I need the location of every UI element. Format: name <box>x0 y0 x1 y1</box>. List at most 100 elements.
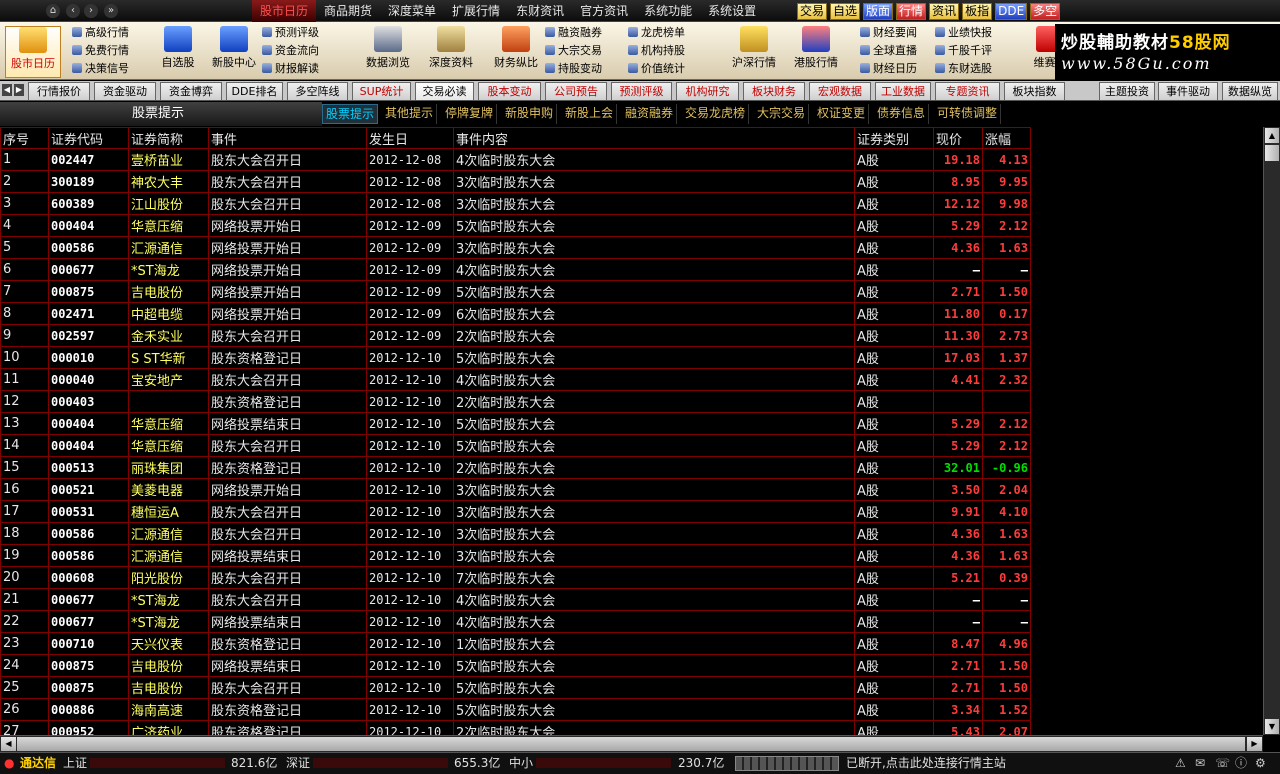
subtab-5[interactable]: 融资融券 <box>622 104 678 124</box>
quick-button-6[interactable]: DDE <box>995 3 1028 20</box>
subtab-9[interactable]: 债券信息 <box>874 104 930 124</box>
toolbar-chart-button[interactable]: 自选股 <box>150 26 206 78</box>
column-header[interactable]: 序号 <box>0 127 49 149</box>
tab-18[interactable]: 数据纵览 <box>1222 82 1278 100</box>
subtab-6[interactable]: 交易龙虎榜 <box>682 104 750 124</box>
column-header[interactable]: 事件内容 <box>453 127 855 149</box>
table-row[interactable]: 20 000608 阳光股份 股东大会召开日 2012-12-10 7次临时股东大会 A股 5… <box>0 566 1031 589</box>
quick-button-3[interactable]: 行情 <box>896 3 927 20</box>
vertical-scrollbar[interactable]: ▲ ▼ <box>1263 127 1280 735</box>
table-row[interactable]: 13 000404 华意压缩 网络投票结束日 2012-12-10 5次临时股东大会 A股 5… <box>0 412 1031 435</box>
table-row[interactable]: 15 000513 丽珠集团 股东资格登记日 2012-12-10 2次临时股东大会 A股 3… <box>0 456 1031 479</box>
table-row[interactable]: 22 000677 *ST海龙 网络投票结束日 2012-12-10 4次临时股东大会 A股… <box>0 610 1031 633</box>
table-row[interactable]: 11 000040 宝安地产 股东大会召开日 2012-12-10 4次临时股东大会 A股 4… <box>0 368 1031 391</box>
tab-1[interactable]: 资金驱动 <box>94 82 156 100</box>
tab-11[interactable]: 板块财务 <box>743 82 805 100</box>
scroll-thumb[interactable] <box>1265 145 1279 161</box>
subtab-7[interactable]: 大宗交易 <box>754 104 810 124</box>
subtab-1[interactable]: 其他提示 <box>382 104 438 124</box>
back-icon[interactable]: ‹ <box>66 4 80 18</box>
table-row[interactable]: 12 000403 股东资格登记日 2012-12-10 2次临时股东大会 A股 <box>0 390 1031 413</box>
table-row[interactable]: 2 300189 神农大丰 股东大会召开日 2012-12-08 3次临时股东大会 A股 8.… <box>0 170 1031 193</box>
toolbar-link-1-0[interactable]: 预测评级 <box>262 24 319 42</box>
table-row[interactable]: 23 000710 天兴仪表 股东资格登记日 2012-12-10 1次临时股东大会 A股 8… <box>0 632 1031 655</box>
mail-icon[interactable]: ✉ <box>1195 753 1205 773</box>
toolbar-link-4-1[interactable]: 全球直播 <box>860 42 917 60</box>
forward-icon[interactable]: › <box>84 4 98 18</box>
quick-button-2[interactable]: 版面 <box>863 3 894 20</box>
toolbar-link-1-2[interactable]: 财报解读 <box>262 60 319 78</box>
settings-icon[interactable]: ⚙ <box>1255 753 1266 773</box>
menu-0[interactable]: 股市日历 <box>252 0 317 22</box>
toolbar-link-0-2[interactable]: 决策信号 <box>72 60 129 78</box>
toolbar-link-3-1[interactable]: 机构持股 <box>628 42 685 60</box>
chat-icon[interactable]: ☏ <box>1215 753 1230 773</box>
tab-15[interactable]: 板块指数 <box>1004 82 1065 100</box>
toolbar-flag-button[interactable]: 港股行情 <box>788 26 844 78</box>
tab-4[interactable]: 多空阵线 <box>287 82 348 100</box>
alert-icon[interactable]: ⚠ <box>1175 753 1186 773</box>
tab-2[interactable]: 资金博弈 <box>160 82 222 100</box>
horizontal-scrollbar[interactable]: ◀ ▶ <box>0 735 1263 752</box>
toolbar-link-2-2[interactable]: 持股变动 <box>545 60 602 78</box>
table-row[interactable]: 9 002597 金禾实业 股东大会召开日 2012-12-09 2次临时股东大会 A股 11… <box>0 324 1031 347</box>
column-header[interactable]: 证券代码 <box>48 127 129 149</box>
tab-13[interactable]: 工业数据 <box>875 82 931 100</box>
menu-3[interactable]: 扩展行情 <box>444 0 508 22</box>
table-row[interactable]: 16 000521 美菱电器 网络投票开始日 2012-12-10 3次临时股东大会 A股 3… <box>0 478 1031 501</box>
table-row[interactable]: 17 000531 穗恒运A 股东大会召开日 2012-12-10 3次临时股东大会 A股 9… <box>0 500 1031 523</box>
toolbar-link-3-2[interactable]: 价值统计 <box>628 60 685 78</box>
quick-button-1[interactable]: 自选 <box>830 3 861 20</box>
tab-7[interactable]: 股本变动 <box>478 82 541 100</box>
table-row[interactable]: 1 002447 壹桥苗业 股东大会召开日 2012-12-08 4次临时股东大会 A股 19… <box>0 148 1031 171</box>
toolbar-link-5-0[interactable]: 业绩快报 <box>935 24 992 42</box>
tab-5[interactable]: SUP统计 <box>352 82 411 100</box>
column-header[interactable]: 发生日 <box>366 127 454 149</box>
toolbar-link-4-2[interactable]: 财经日历 <box>860 60 917 78</box>
toolbar-monitor-button[interactable]: 数据浏览 <box>360 26 416 78</box>
menu-4[interactable]: 东财资讯 <box>508 0 572 22</box>
toolbar-link-5-2[interactable]: 东财选股 <box>935 60 992 78</box>
table-row[interactable]: 19 000586 汇源通信 网络投票结束日 2012-12-10 3次临时股东大会 A股 4… <box>0 544 1031 567</box>
tab-17[interactable]: 事件驱动 <box>1158 82 1218 100</box>
zx-index-label[interactable]: 中小 <box>509 753 533 773</box>
toolbar-calendar-button[interactable]: 股市日历 <box>5 26 61 78</box>
hscroll-thumb[interactable] <box>17 737 1245 751</box>
subtab-8[interactable]: 权证变更 <box>814 104 870 124</box>
toolbar-books-button[interactable]: 财务纵比 <box>488 26 544 78</box>
toolbar-document-button[interactable]: 深度资料 <box>423 26 479 78</box>
menu-5[interactable]: 官方资讯 <box>572 0 636 22</box>
quick-button-4[interactable]: 资讯 <box>929 3 960 20</box>
menu-2[interactable]: 深度菜单 <box>380 0 444 22</box>
table-row[interactable]: 27 000952 广济药业 股东资格登记日 2012-12-10 2次临时股东大会 A股 5… <box>0 720 1031 735</box>
table-row[interactable]: 8 002471 中超电缆 网络投票开始日 2012-12-09 6次临时股东大会 A股 11… <box>0 302 1031 325</box>
toolbar-link-3-0[interactable]: 龙虎榜单 <box>628 24 685 42</box>
scroll-up-icon[interactable]: ▲ <box>1265 128 1279 143</box>
table-row[interactable]: 4 000404 华意压缩 网络投票开始日 2012-12-09 5次临时股东大会 A股 5.… <box>0 214 1031 237</box>
tab-12[interactable]: 宏观数据 <box>809 82 871 100</box>
toolbar-link-0-1[interactable]: 免费行情 <box>72 42 129 60</box>
tab-0[interactable]: 行情报价 <box>28 82 90 100</box>
column-header[interactable]: 事件 <box>208 127 367 149</box>
toolbar-folder-button[interactable]: 沪深行情 <box>726 26 782 78</box>
table-row[interactable]: 5 000586 汇源通信 网络投票开始日 2012-12-09 3次临时股东大会 A股 4.… <box>0 236 1031 259</box>
scroll-left-icon[interactable]: ◀ <box>1 737 16 751</box>
quick-button-7[interactable]: 多空 <box>1030 3 1061 20</box>
subtab-2[interactable]: 停牌复牌 <box>442 104 498 124</box>
menu-1[interactable]: 商品期货 <box>316 0 380 22</box>
menu-6[interactable]: 系统功能 <box>636 0 700 22</box>
toolbar-link-4-0[interactable]: 财经要闻 <box>860 24 917 42</box>
toolbar-chart-button[interactable]: 新股中心 <box>206 26 262 78</box>
info-icon[interactable]: ⓘ <box>1235 753 1247 773</box>
subtab-0[interactable]: 股票提示 <box>322 104 379 124</box>
quick-button-0[interactable]: 交易 <box>797 3 828 20</box>
sz-index-label[interactable]: 深证 <box>286 753 310 773</box>
tab-8[interactable]: 公司预告 <box>545 82 607 100</box>
column-header[interactable]: 现价 <box>933 127 983 149</box>
scroll-down-icon[interactable]: ▼ <box>1265 719 1279 734</box>
tab-3[interactable]: DDE排名 <box>226 82 283 100</box>
connection-message[interactable]: 已断开,点击此处连接行情主站 <box>846 753 1006 773</box>
tab-scroll-right-icon[interactable]: ▶ <box>14 84 24 96</box>
table-row[interactable]: 14 000404 华意压缩 股东大会召开日 2012-12-10 5次临时股东大会 A股 5… <box>0 434 1031 457</box>
scroll-right-icon[interactable]: ▶ <box>1247 737 1262 751</box>
